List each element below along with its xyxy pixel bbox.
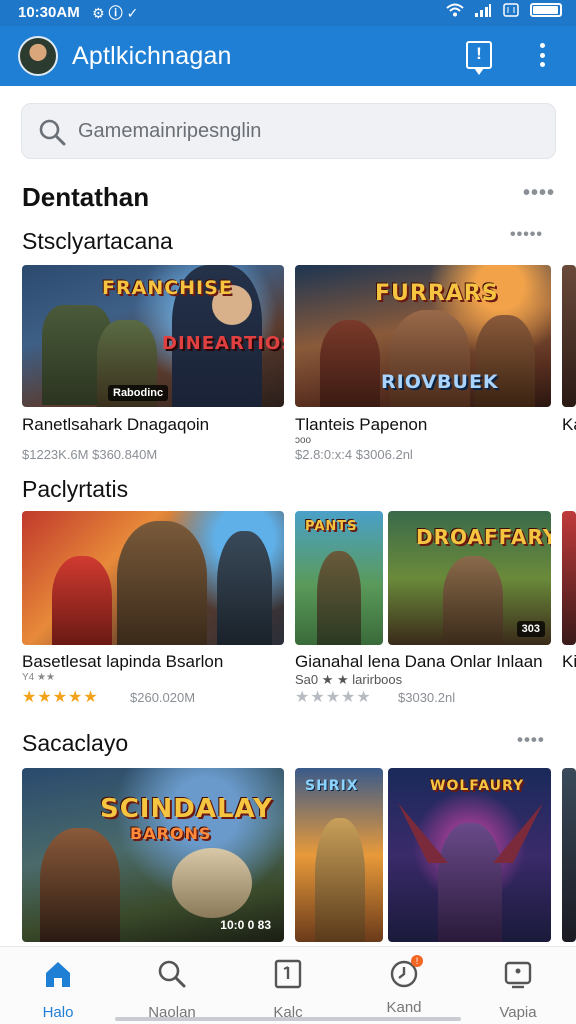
star-rating: ★★★★★ bbox=[22, 687, 99, 707]
alert-icon: ! bbox=[476, 44, 482, 63]
alert-button[interactable]: ! bbox=[466, 41, 492, 75]
star-empty-icon: ★ bbox=[341, 689, 357, 706]
profile-icon bbox=[504, 961, 532, 989]
card-title: Gianahal lena Dana Onlar Inlaan bbox=[295, 652, 543, 671]
game-logo: WOLFAURY bbox=[430, 778, 525, 794]
wifi-icon bbox=[446, 3, 464, 17]
game-thumbnail[interactable]: SHRIX bbox=[295, 768, 383, 942]
card-title: Ka bbox=[562, 415, 576, 434]
page-title: Dentathan bbox=[22, 182, 150, 212]
search-input[interactable]: Gamemainripesnglin bbox=[21, 103, 556, 159]
game-thumbnail[interactable]: WOLFAURY bbox=[388, 768, 551, 942]
nav-item-search[interactable]: Naolan bbox=[122, 959, 222, 1021]
card-subtext: Sa0 ★ ★ larirboos bbox=[295, 672, 403, 687]
nav-item-library[interactable]: Kalc bbox=[238, 959, 338, 1021]
star-filled-icon: ★ bbox=[37, 689, 53, 706]
game-logo: SHRIX bbox=[305, 778, 359, 794]
nav-label: Halo bbox=[42, 1004, 74, 1021]
section-title: Sacaclayo bbox=[22, 730, 129, 756]
bottom-navigation: Halo Naolan Kalc ! Kand Vapia bbox=[0, 946, 576, 1024]
status-bar: 10:30AM ⚙ⓘ✓ bbox=[0, 0, 576, 26]
app-bar: Aptlkichnagan ! bbox=[0, 26, 576, 86]
page-more-icon[interactable]: •••• bbox=[523, 182, 555, 205]
game-thumbnail[interactable]: PANTS bbox=[295, 511, 383, 645]
sim-icon bbox=[503, 3, 519, 17]
game-thumbnail[interactable] bbox=[562, 768, 576, 942]
nav-label: Vapia bbox=[499, 1004, 537, 1021]
nav-item-profile[interactable]: Vapia bbox=[468, 959, 568, 1021]
game-thumbnail[interactable]: FRANCHISE DINEARTIOS Rabodinc bbox=[22, 265, 284, 407]
section-more-icon[interactable]: •••• bbox=[517, 730, 545, 750]
section-title: Stsclyartacana bbox=[22, 228, 173, 254]
game-thumbnail[interactable] bbox=[562, 265, 576, 407]
card-meta: $2.8:0:x:4 $3006.2nl bbox=[295, 447, 413, 462]
search-icon bbox=[158, 960, 186, 988]
game-thumbnail[interactable] bbox=[22, 511, 284, 645]
card-title: Ranetlsahark Dnagaqoin bbox=[22, 415, 210, 434]
star-empty-icon: ★ bbox=[356, 689, 372, 706]
more-options-button[interactable] bbox=[534, 40, 550, 70]
search-placeholder: Gamemainripesnglin bbox=[78, 120, 262, 142]
home-icon bbox=[46, 962, 70, 987]
star-filled-icon: ★ bbox=[22, 689, 38, 706]
nav-label: Kand bbox=[386, 999, 422, 1016]
game-logo: FURRARS bbox=[375, 281, 499, 306]
game-logo: SCINDALAY bbox=[100, 794, 273, 824]
game-badge: 10:0 0 83 bbox=[220, 918, 271, 932]
game-thumbnail[interactable]: FURRARS RIOVBUEK bbox=[295, 265, 551, 407]
star-rating: ★★★★★ bbox=[295, 687, 372, 707]
star-filled-icon: ★ bbox=[83, 689, 99, 706]
star-empty-icon: ★ bbox=[310, 689, 326, 706]
game-thumbnail[interactable]: SCINDALAY BARONS 10:0 0 83 bbox=[22, 768, 284, 942]
status-time: 10:30AM bbox=[18, 4, 80, 21]
gear-icon: ⚙ bbox=[92, 5, 109, 21]
game-badge: 303 bbox=[516, 621, 545, 637]
game-logo-sub: RIOVBUEK bbox=[381, 371, 499, 393]
card-title: Basetlesat lapinda Bsarlon bbox=[22, 652, 224, 671]
avatar[interactable] bbox=[18, 36, 58, 76]
game-logo: DROAFFARY bbox=[416, 525, 551, 549]
signal-icon bbox=[475, 4, 491, 17]
card-subtext: ɔoo bbox=[295, 435, 312, 446]
section-more-icon[interactable]: ••••• bbox=[510, 226, 543, 244]
more-vertical-icon bbox=[539, 43, 545, 48]
character-art bbox=[40, 828, 120, 942]
card-title: Ki bbox=[562, 652, 576, 671]
status-notification-icons: ⚙ⓘ✓ bbox=[92, 3, 142, 23]
character-art bbox=[117, 521, 207, 645]
card-meta: $260.020M bbox=[130, 690, 196, 705]
section-title: Paclyrtatis bbox=[22, 476, 129, 502]
nav-item-home[interactable]: Halo bbox=[8, 959, 108, 1021]
game-logo: FRANCHISE bbox=[102, 277, 233, 299]
circle-icon: ⓘ bbox=[108, 5, 127, 21]
battery-icon bbox=[530, 3, 562, 17]
game-thumbnail[interactable] bbox=[562, 511, 576, 645]
star-empty-icon: ★ bbox=[295, 689, 311, 706]
check-icon: ✓ bbox=[126, 5, 143, 21]
card-meta: $3030.2nl bbox=[398, 690, 456, 705]
game-logo-sub: BARONS bbox=[130, 824, 212, 843]
game-thumbnail[interactable]: DROAFFARY 303 bbox=[388, 511, 551, 645]
star-empty-icon: ★ bbox=[325, 689, 342, 706]
search-icon bbox=[39, 119, 66, 146]
game-logo: PANTS bbox=[305, 519, 358, 534]
card-meta: $1223K.6M $360.840M bbox=[22, 447, 158, 462]
game-logo-sub: DINEARTIOS bbox=[162, 333, 284, 354]
star-filled-icon: ★ bbox=[68, 689, 84, 706]
card-title: Tlanteis Papenon bbox=[295, 415, 428, 434]
home-indicator[interactable] bbox=[115, 1017, 461, 1021]
star-filled-icon: ★ bbox=[52, 689, 69, 706]
nav-item-activity[interactable]: ! Kand bbox=[354, 955, 454, 1016]
bookmark-icon bbox=[274, 959, 302, 989]
card-subtext: Y4 ★★ bbox=[22, 672, 55, 683]
app-title: Aptlkichnagan bbox=[72, 42, 232, 70]
notification-badge: ! bbox=[411, 955, 423, 967]
game-badge: Rabodinc bbox=[108, 385, 169, 401]
